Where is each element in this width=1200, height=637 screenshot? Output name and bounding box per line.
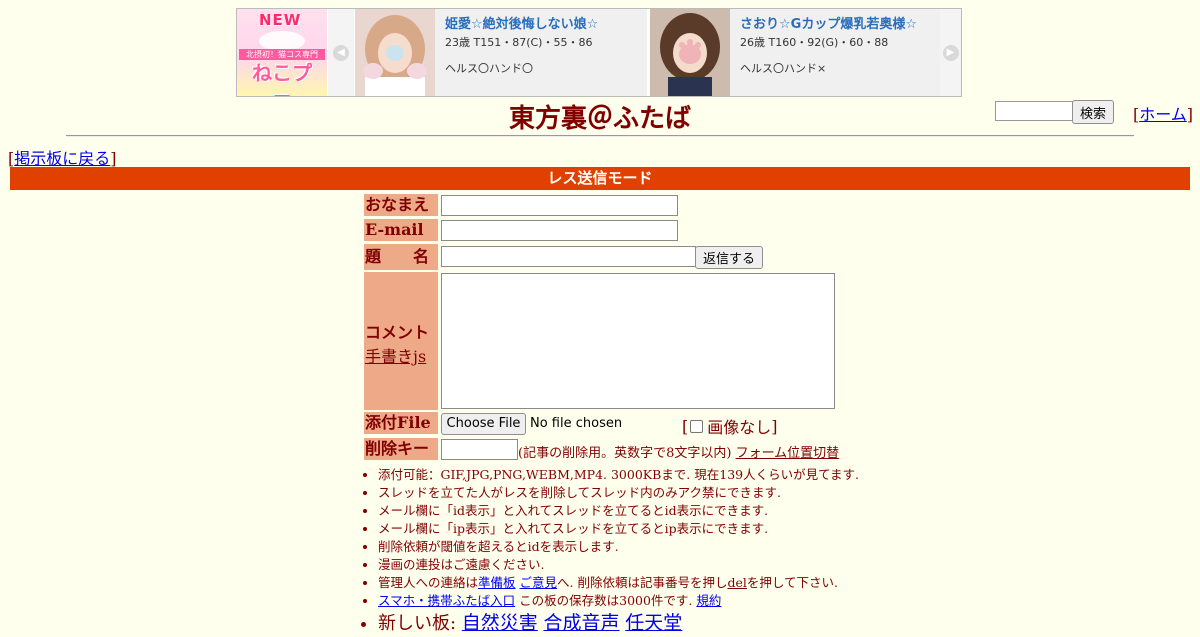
name-field[interactable] [441, 195, 678, 216]
delete-key-note: (記事の削除用。英数字で8文字以内) フォーム位置切替 [518, 442, 839, 461]
file-label: 添付File [364, 412, 438, 434]
board-link-nintendo[interactable]: 任天堂 [625, 612, 682, 634]
comment-label-cell: コメント 手書きjs [364, 272, 438, 410]
ad-card-1-spec: 23歳 T151・87(C)・55・86 [445, 36, 593, 49]
no-image-checkbox[interactable] [690, 419, 704, 433]
name-label: おなまえ [364, 194, 438, 216]
note-item-contact: 管理人への連絡は準備板 ご意見へ. 削除依頼は記事番号を押しdelを押して下さい… [378, 574, 898, 592]
board-notes: 添付可能：GIF,JPG,PNG,WEBM,MP4. 3000KBまで. 現在1… [362, 466, 898, 636]
ad-card-2-name[interactable]: さおり☆Gカップ爆乳若奥様☆ [740, 13, 917, 32]
new-boards-label: 新しい板: [378, 613, 462, 634]
delete-key-hint: (記事の削除用。英数字で8文字以内) [518, 446, 732, 461]
no-image-option: [ 画像なし ] [682, 414, 778, 438]
no-image-label[interactable]: 画像なし [707, 414, 771, 438]
ad-card-1-service: ヘルス〇ハンド〇 [445, 62, 533, 75]
reply-mode-banner: レス送信モード [10, 167, 1190, 190]
ad-card-2[interactable]: さおり☆Gカップ爆乳若奥様☆ 26歳 T160・92(G)・60・88 ヘルス〇… [650, 9, 940, 96]
delete-key-field[interactable] [441, 439, 518, 460]
mobile-entrance-link[interactable]: スマホ・携帯ふたば入口 [378, 593, 515, 608]
email-label: E-mail [364, 219, 438, 241]
search-input[interactable] [995, 101, 1073, 121]
note-item: スレッドを立てた人がレスを削除してスレッド内のみアク禁にできます. [378, 484, 898, 502]
note-text: この板の保存数は3000件です. [515, 593, 697, 608]
ad-photo-1 [355, 9, 435, 96]
form-position-toggle-link[interactable]: フォーム位置切替 [736, 446, 840, 461]
note-text: へ. 削除依頼は記事番号を押し [557, 575, 728, 590]
delete-key-label: 削除キー [364, 438, 438, 460]
ad-card-1[interactable]: 姫愛☆絶対後悔しない娘☆ 23歳 T151・87(C)・55・86 ヘルス〇ハン… [355, 9, 647, 96]
note-item: メール欄に「ip表示」と入れてスレッドを立てるとip表示にできます. [378, 520, 898, 538]
note-item-new-boards: 新しい板: 自然災害 合成音声 任天堂 [378, 610, 898, 636]
file-status-text: No file chosen [530, 416, 623, 431]
chevron-left-icon: ◀ [333, 44, 349, 61]
reply-submit-button[interactable]: 返信する [695, 246, 763, 269]
email-field[interactable] [441, 220, 678, 241]
board-link-disaster[interactable]: 自然災害 [462, 612, 538, 634]
note-item: メール欄に「id表示」と入れてスレッドを立てるとid表示にできます. [378, 502, 898, 520]
del-link[interactable]: del [727, 575, 746, 590]
bracket-open: [ [682, 416, 689, 436]
back-link-wrapper: [掲示板に戻る] [8, 149, 117, 168]
cat-paw-icon [259, 31, 305, 51]
note-text: 管理人への連絡は [378, 575, 479, 590]
note-item: 漫画の連投はご遠慮ください. [378, 556, 898, 574]
ad-logo-brand: ねこプロ [252, 61, 312, 96]
ad-prev-button[interactable]: ◀ [328, 9, 354, 96]
ad-next-button[interactable]: ▶ [940, 9, 961, 96]
prep-board-link[interactable]: 準備板 [478, 575, 516, 590]
choose-file-button[interactable]: Choose File [441, 413, 526, 435]
comment-textarea[interactable] [441, 273, 835, 409]
ad-banner[interactable]: NEW 北摂初！猫コス専門 ねこプロ ◀ 姫愛☆絶対後悔しない娘☆ 23歳 T1… [236, 8, 962, 97]
bracket-close: ] [771, 416, 778, 436]
ad-card-2-spec: 26歳 T160・92(G)・60・88 [740, 36, 889, 49]
board-link-synth-voice[interactable]: 合成音声 [544, 612, 620, 634]
back-to-board-link[interactable]: 掲示板に戻る [14, 149, 110, 168]
feedback-link[interactable]: ご意見 [520, 575, 558, 590]
home-link-wrapper: [ホーム] [1133, 105, 1194, 124]
home-link[interactable]: ホーム [1139, 105, 1187, 124]
ad-logo-image[interactable]: NEW 北摂初！猫コス専門 ねこプロ [237, 9, 327, 96]
note-item: 添付可能：GIF,JPG,PNG,WEBM,MP4. 3000KBまで. 現在1… [378, 466, 898, 484]
ad-logo-new: NEW [259, 11, 302, 29]
chevron-right-icon: ▶ [942, 44, 959, 61]
note-item: 削除依頼が閾値を超えるとidを表示します. [378, 538, 898, 556]
note-text: を押して下さい. [746, 575, 838, 590]
subject-label: 題 名 [364, 244, 438, 270]
comment-label: コメント [365, 323, 430, 342]
ad-photo-2 [650, 9, 730, 96]
ad-card-1-name[interactable]: 姫愛☆絶対後悔しない娘☆ [445, 13, 598, 32]
note-item-mobile: スマホ・携帯ふたば入口 この板の保存数は3000件です. 規約 [378, 592, 898, 610]
search-button[interactable]: 検索 [1072, 100, 1114, 124]
rules-link[interactable]: 規約 [696, 593, 721, 608]
handwrite-js-link[interactable]: 手書きjs [365, 347, 426, 366]
subject-field[interactable] [441, 246, 696, 267]
ad-card-2-service: ヘルス〇ハンド× [740, 62, 827, 75]
divider [66, 135, 1134, 137]
